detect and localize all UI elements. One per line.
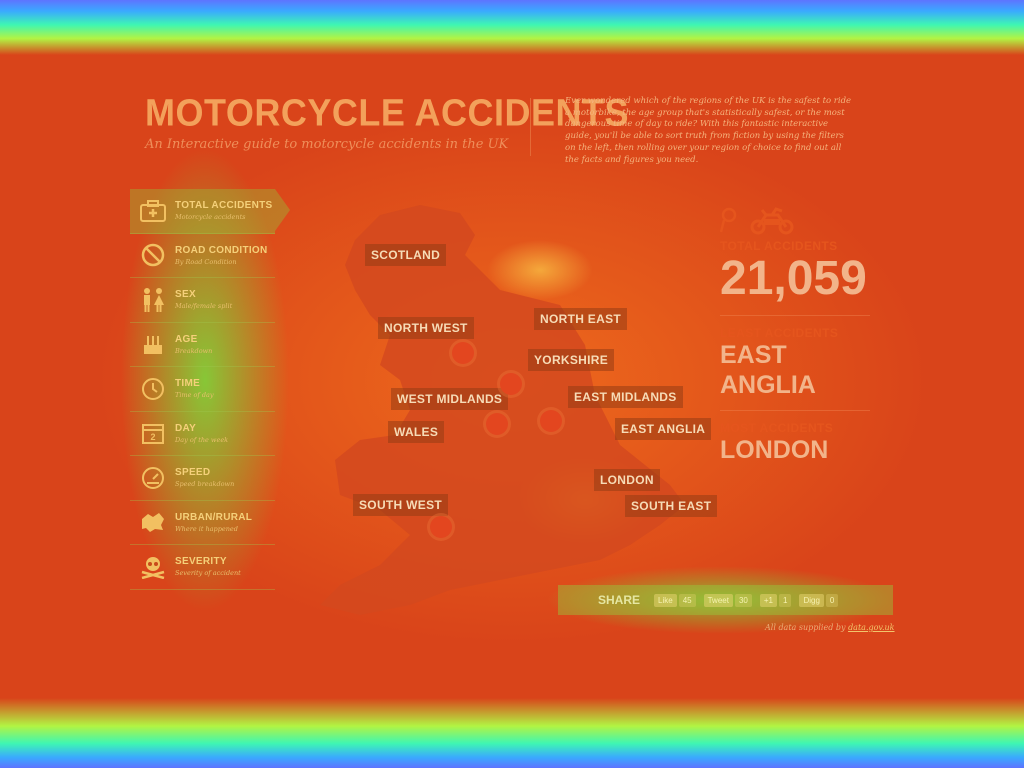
stats-divider <box>720 410 870 411</box>
map-region-wales[interactable]: WALES <box>388 421 445 443</box>
filter-day[interactable]: 2 DAY Day of the week <box>130 412 275 456</box>
facebook-like-button[interactable]: Like <box>654 593 677 607</box>
filter-label: SEVERITY <box>175 556 227 568</box>
map-region-yorkshire[interactable]: YORKSHIRE <box>528 349 615 371</box>
filter-label: DAY <box>175 422 197 434</box>
birthday-cake-icon <box>140 331 166 357</box>
no-entry-icon <box>140 242 166 268</box>
like-count: 45 <box>678 593 696 607</box>
first-aid-kit-icon <box>140 198 166 224</box>
map-region-south-east[interactable]: SOUTH EAST <box>625 495 718 517</box>
total-accidents-label: TOTAL ACCIDENTS <box>720 239 838 253</box>
stats-panel: TOTAL ACCIDENTS 21,059 LEAST ACCIDENTS E… <box>719 205 870 465</box>
filter-sublabel: Motorcycle accidents <box>175 213 246 222</box>
map-region-east-anglia[interactable]: EAST ANGLIA <box>615 418 712 440</box>
skull-icon <box>140 554 166 580</box>
tweet-count: 30 <box>734 593 752 607</box>
filter-sex[interactable]: SEX Male/female split <box>130 278 275 323</box>
filter-label: TOTAL ACCIDENTS <box>175 200 273 212</box>
filter-speed[interactable]: SPEED Speed breakdown <box>130 456 275 501</box>
filter-label: SPEED <box>175 467 211 479</box>
heatmap-top-band <box>0 0 1024 55</box>
svg-text:2: 2 <box>150 432 155 442</box>
share-label: SHARE <box>598 593 641 607</box>
filter-urban-rural[interactable]: URBAN/RURAL Where it happened <box>130 501 275 545</box>
tweet-button[interactable]: Tweet <box>703 593 733 607</box>
credit-text: All data supplied by <box>765 623 846 632</box>
stats-divider <box>720 315 870 316</box>
filter-sublabel: Day of the week <box>175 435 229 444</box>
uk-map: SCOTLAND NORTH EAST NORTH WEST YORKSHIRE… <box>300 195 720 625</box>
filter-label: URBAN/RURAL <box>175 511 253 523</box>
filter-label: AGE <box>175 333 198 345</box>
clock-icon <box>140 376 166 402</box>
plus-count: 1 <box>778 593 792 607</box>
filter-label: SEX <box>175 289 196 301</box>
map-region-east-midlands[interactable]: EAST MIDLANDS <box>568 386 683 408</box>
map-area-icon <box>140 509 166 535</box>
page-title: MOTORCYCLE ACCIDENTS <box>145 90 630 134</box>
map-region-north-east[interactable]: NORTH EAST <box>534 308 627 330</box>
filter-age[interactable]: AGE Breakdown <box>130 323 275 367</box>
filter-sublabel: Male/female split <box>175 302 233 311</box>
speedometer-icon <box>140 465 166 491</box>
digg-button[interactable]: Digg <box>799 593 824 607</box>
filter-severity[interactable]: SEVERITY Severity of accident <box>130 545 275 590</box>
filter-sidebar: TOTAL ACCIDENTS Motorcycle accidents ROA… <box>130 189 290 590</box>
map-marker-north-west[interactable] <box>452 342 474 364</box>
most-accidents-label: MOST ACCIDENTS <box>720 421 834 435</box>
map-marker-east-midlands[interactable] <box>540 410 562 432</box>
filter-road-condition[interactable]: ROAD CONDITION By Road Condition <box>130 234 275 278</box>
calendar-icon: 2 <box>140 420 166 446</box>
intro-text: Ever wondered which of the regions of th… <box>565 96 852 165</box>
filter-sublabel: Severity of accident <box>175 569 241 578</box>
map-marker-yorkshire[interactable] <box>500 373 522 395</box>
data-credit: All data supplied by data.gov.uk <box>765 623 895 632</box>
least-accidents-value: EAST ANGLIA <box>720 341 816 399</box>
google-plus-button[interactable]: +1 <box>759 593 777 607</box>
filter-sublabel: By Road Condition <box>175 257 237 266</box>
filter-sublabel: Where it happened <box>175 524 238 533</box>
filter-time[interactable]: TIME Time of day <box>130 367 275 412</box>
motorcycle-icon <box>719 205 870 239</box>
filter-label: TIME <box>175 378 201 390</box>
least-accidents-label: LEAST ACCIDENTS <box>720 326 839 340</box>
uk-map-shape <box>320 205 685 615</box>
map-marker-west-midlands[interactable] <box>486 413 508 435</box>
header-divider <box>530 98 531 156</box>
page-subtitle: An Interactive guide to motorcycle accid… <box>145 137 509 152</box>
map-region-south-west[interactable]: SOUTH WEST <box>353 494 448 516</box>
filter-total-accidents[interactable]: TOTAL ACCIDENTS Motorcycle accidents <box>130 189 290 234</box>
filter-sublabel: Breakdown <box>175 346 213 355</box>
credit-link[interactable]: data.gov.uk <box>848 623 894 632</box>
male-female-icon <box>140 287 166 313</box>
most-accidents-value: LONDON <box>720 436 829 464</box>
map-marker-south-west[interactable] <box>430 516 452 538</box>
total-accidents-value: 21,059 <box>720 252 867 305</box>
filter-label: ROAD CONDITION <box>175 244 268 256</box>
map-region-west-midlands[interactable]: WEST MIDLANDS <box>391 388 509 410</box>
heatmap-bottom-band <box>0 698 1024 768</box>
map-region-scotland[interactable]: SCOTLAND <box>365 244 447 266</box>
filter-sublabel: Time of day <box>175 391 214 400</box>
map-region-london[interactable]: LONDON <box>594 469 660 491</box>
filter-sublabel: Speed breakdown <box>175 480 235 489</box>
share-bar: SHARE Like 45 Tweet 30 +1 1 Digg 0 <box>558 585 893 615</box>
digg-count: 0 <box>825 593 839 607</box>
map-region-north-west[interactable]: NORTH WEST <box>378 317 474 339</box>
